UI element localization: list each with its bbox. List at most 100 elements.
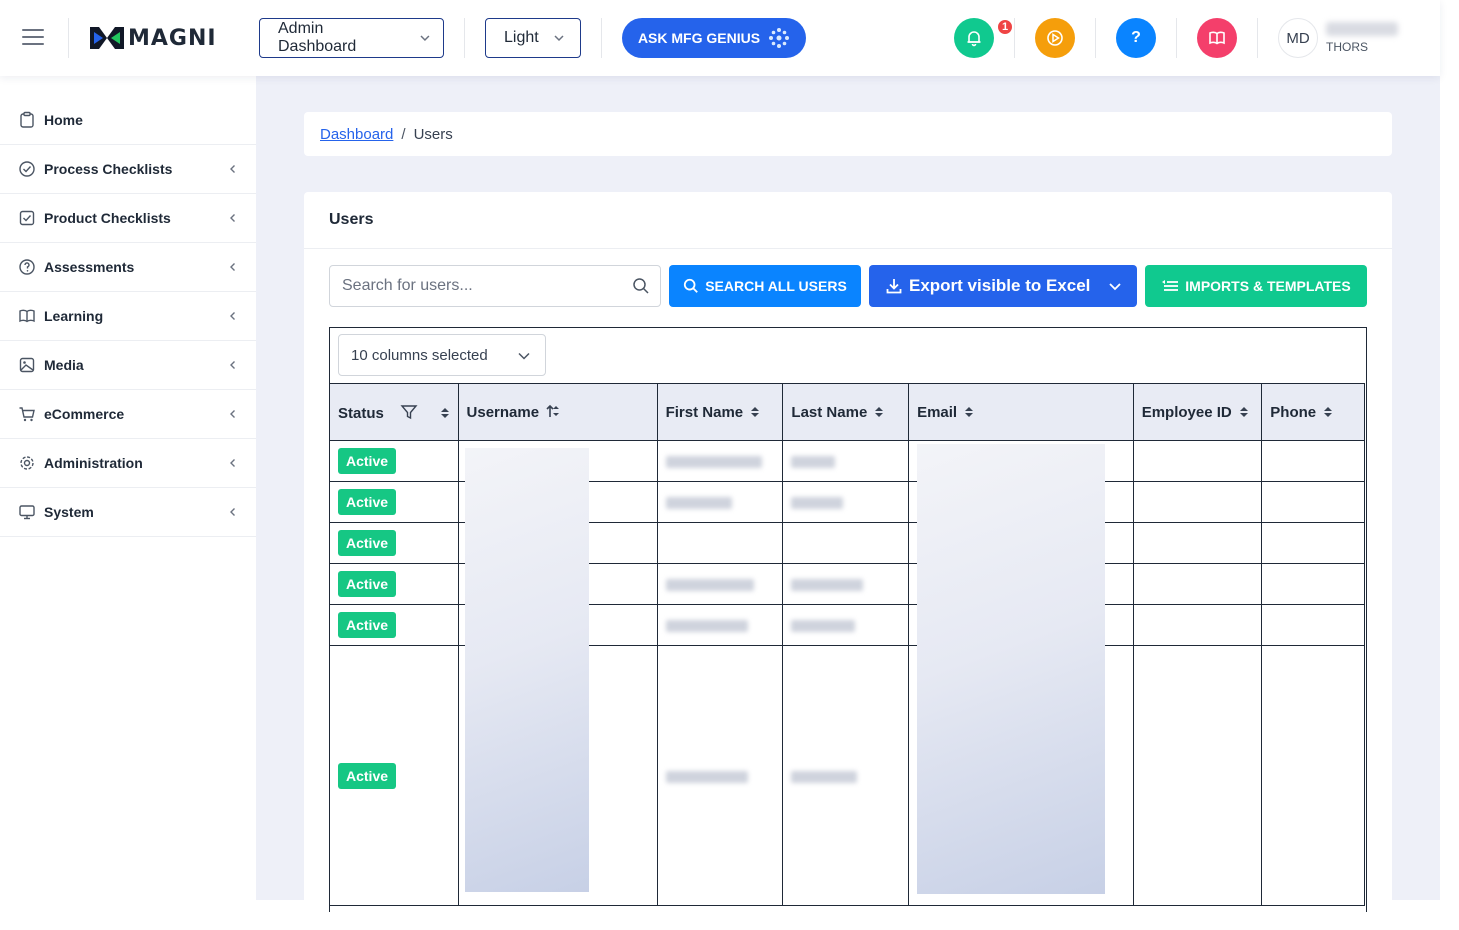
sidebar-item-label: Product Checklists <box>44 210 171 226</box>
breadcrumb-dashboard-link[interactable]: Dashboard <box>320 126 393 143</box>
sort-icon[interactable] <box>1323 406 1333 418</box>
sidebar-item-ecommerce[interactable]: eCommerce <box>0 390 256 439</box>
header-divider <box>1176 18 1177 58</box>
users-card: Users SEARCH ALL USERS Export visible to… <box>304 192 1392 912</box>
redacted-text <box>791 456 836 469</box>
status-cell: Active <box>329 440 459 482</box>
chevron-left-icon <box>230 361 235 369</box>
employee-id-cell <box>1132 481 1263 523</box>
phone-cell <box>1261 645 1365 906</box>
chevron-down-icon <box>518 352 530 360</box>
sort-ascending-icon[interactable] <box>546 404 560 418</box>
status-badge: Active <box>338 571 397 597</box>
sidebar-item-process-checklists[interactable]: Process Checklists <box>0 145 256 194</box>
video-tutorials-button[interactable] <box>1035 18 1075 58</box>
column-header-phone[interactable]: Phone <box>1261 383 1365 441</box>
chevron-down-icon <box>420 35 430 42</box>
export-excel-button[interactable]: Export visible to Excel <box>869 265 1137 307</box>
sidebar-item-label: Learning <box>44 308 104 324</box>
cart-icon <box>19 407 35 422</box>
sidebar-item-administration[interactable]: Administration <box>0 439 256 488</box>
last-name-cell <box>782 440 910 482</box>
last-name-cell <box>782 481 910 523</box>
email-redaction <box>917 444 1105 894</box>
column-header-first-name[interactable]: First Name <box>656 383 784 441</box>
status-cell: Active <box>329 522 459 564</box>
search-all-users-button[interactable]: SEARCH ALL USERS <box>669 265 861 307</box>
check-circle-icon <box>19 161 35 177</box>
question-mark-icon: ? <box>1131 29 1141 46</box>
documentation-button[interactable] <box>1197 18 1237 58</box>
search-icon[interactable] <box>632 277 650 295</box>
chevron-left-icon <box>230 508 235 516</box>
magni-logo-icon <box>90 27 124 49</box>
clipboard-icon <box>20 111 34 128</box>
column-header-last-name[interactable]: Last Name <box>782 383 910 441</box>
table-header-row: Status Username First Name Last Name Ema… <box>329 383 1365 441</box>
header-divider <box>1095 18 1096 58</box>
status-badge: Active <box>338 762 397 789</box>
sidebar-item-label: Home <box>44 112 83 128</box>
sidebar-item-media[interactable]: Media <box>0 341 256 390</box>
question-circle-icon <box>19 259 35 275</box>
sidebar-item-home[interactable]: Home <box>0 96 256 145</box>
column-header-email[interactable]: Email <box>908 383 1134 441</box>
redacted-text <box>665 579 754 592</box>
status-cell: Active <box>329 481 459 523</box>
sidebar-item-system[interactable]: System <box>0 488 256 537</box>
chevron-left-icon <box>230 312 235 320</box>
ask-mfg-genius-button[interactable]: ASK MFG GENIUS <box>622 18 806 58</box>
chevron-down-icon <box>554 35 564 42</box>
notification-count-badge: 1 <box>996 18 1014 36</box>
logo-text: MAGNI <box>128 25 217 51</box>
employee-id-cell <box>1132 563 1263 605</box>
chevron-left-icon <box>230 459 235 467</box>
export-excel-label: Export visible to Excel <box>909 276 1091 295</box>
phone-cell <box>1261 604 1365 646</box>
column-selector-value: 10 columns selected <box>351 346 488 364</box>
sort-icon[interactable] <box>1239 406 1249 418</box>
menu-toggle-icon[interactable] <box>22 29 44 47</box>
chevron-left-icon <box>230 214 235 222</box>
list-import-icon <box>1162 280 1179 291</box>
status-cell: Active <box>329 604 459 646</box>
imports-templates-button[interactable]: IMPORTS & TEMPLATES <box>1145 265 1367 307</box>
user-search-input[interactable] <box>330 266 632 306</box>
column-header-username[interactable]: Username <box>457 383 658 441</box>
sidebar-item-label: System <box>44 504 94 520</box>
magni-logo[interactable]: MAGNI <box>90 24 217 52</box>
users-card-title: Users <box>304 192 1392 249</box>
sort-icon[interactable] <box>964 406 974 418</box>
export-options-toggle[interactable] <box>1093 265 1137 307</box>
column-selector[interactable]: 10 columns selected <box>338 334 546 376</box>
users-table-container: 10 columns selected Status Username Firs… <box>329 327 1367 912</box>
notifications-button[interactable] <box>954 18 994 58</box>
ask-button-label: ASK MFG GENIUS <box>637 30 761 46</box>
breadcrumb: Dashboard / Users <box>304 112 1392 156</box>
sidebar-item-product-checklists[interactable]: Product Checklists <box>0 194 256 243</box>
dashboard-select[interactable]: Admin Dashboard <box>259 18 444 58</box>
sidebar-item-learning[interactable]: Learning <box>0 292 256 341</box>
column-header-employee-id[interactable]: Employee ID <box>1132 383 1263 441</box>
theme-select-value: Light <box>504 29 539 46</box>
download-icon <box>886 279 902 294</box>
header-divider <box>464 18 465 58</box>
image-icon <box>19 357 35 373</box>
filter-icon[interactable] <box>400 403 418 421</box>
sort-icon[interactable] <box>440 407 450 419</box>
status-badge: Active <box>338 530 397 556</box>
book-open-icon <box>1209 31 1225 45</box>
play-circle-icon <box>1047 30 1063 46</box>
redacted-text <box>665 620 748 633</box>
help-button[interactable]: ? <box>1116 18 1156 58</box>
gear-icon <box>20 456 34 470</box>
theme-select[interactable]: Light <box>485 18 581 58</box>
user-avatar[interactable]: MD <box>1278 18 1318 58</box>
search-all-users-label: SEARCH ALL USERS <box>705 278 847 294</box>
sort-icon[interactable] <box>874 406 884 418</box>
column-header-label: Phone <box>1270 403 1317 421</box>
header-divider <box>601 18 602 58</box>
bell-icon <box>967 31 981 47</box>
sort-icon[interactable] <box>750 406 760 418</box>
sidebar-item-assessments[interactable]: Assessments <box>0 243 256 292</box>
